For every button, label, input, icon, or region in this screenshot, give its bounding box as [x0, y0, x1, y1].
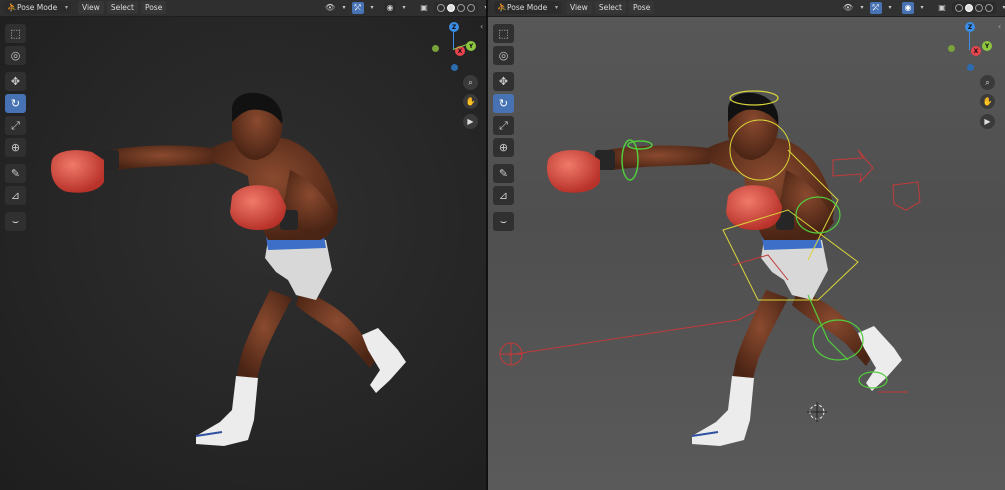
boxer-character [50, 92, 406, 446]
prop-control [892, 181, 921, 211]
ik-line [507, 299, 779, 356]
viewport-left[interactable]: ⛹ Pose Mode ▾ View Select Pose 👁 ▾ ⤱ ▾ ◉… [0, 0, 486, 490]
boxer-character-rig [499, 90, 921, 446]
viewport-right[interactable]: ⛹ Pose Mode ▾ View Select Pose 👁 ▾ ⤱ ▾ ◉… [488, 0, 1005, 490]
arrow-control [832, 149, 874, 184]
